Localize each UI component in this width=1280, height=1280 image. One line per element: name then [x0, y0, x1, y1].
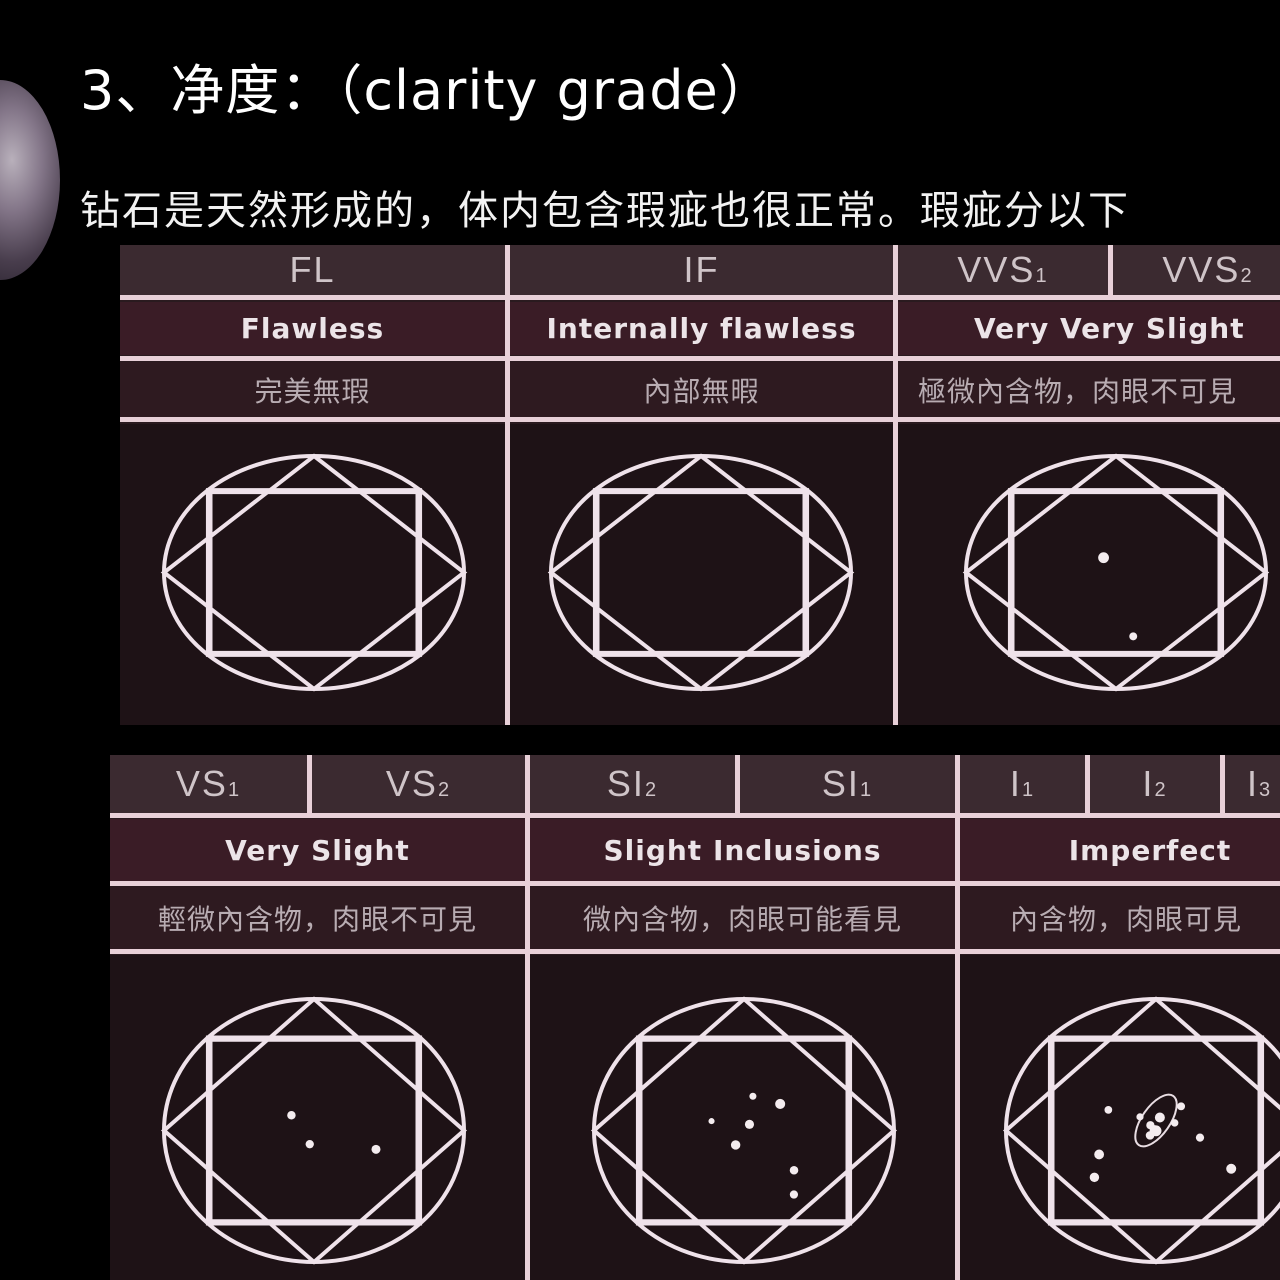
round-brilliant-diamond-diagram-icon: [160, 453, 468, 692]
inclusion-mark: [1150, 1125, 1162, 1137]
grade-desc-vs: 輕微內含物，肉眼不可見: [110, 887, 525, 949]
grade-desc-vvs: 極微內含物，肉眼不可見: [898, 362, 1280, 417]
inclusion-mark: [1098, 552, 1109, 564]
grade-desc-si: 微內含物，肉眼可能看見: [530, 887, 955, 949]
divider: [307, 755, 312, 813]
inclusion-mark: [1170, 1119, 1179, 1127]
grade-name-flawless: Flawless: [120, 302, 505, 355]
divider: [893, 245, 898, 725]
grade-code-si1: SI 1: [740, 755, 955, 813]
inclusion-mark: [775, 1098, 786, 1109]
grade-code-fl: FL: [120, 245, 505, 295]
inclusion-mark: [1089, 1172, 1100, 1183]
grade-code-vs2: VS 2: [312, 755, 525, 813]
grade-code-i1: I1: [960, 755, 1085, 813]
grade-code-i2: I2: [1090, 755, 1220, 813]
divider: [1108, 245, 1113, 295]
divider: [955, 755, 960, 1280]
slide-title: 3、净度：（clarity grade）: [80, 59, 774, 122]
inclusion-mark: [1177, 1102, 1186, 1111]
inclusion-mark: [1104, 1106, 1113, 1114]
inclusion-mark: [371, 1144, 381, 1154]
round-brilliant-diamond-diagram-icon: [547, 453, 855, 692]
diamond-photo-thumbnail: [0, 80, 60, 280]
bezel-facet-line: [208, 490, 420, 655]
divider: [120, 417, 1280, 422]
inclusion-mark: [749, 1092, 757, 1100]
divider: [1220, 755, 1225, 813]
inclusion-mark: [744, 1119, 755, 1129]
bezel-facet-line: [595, 490, 807, 655]
bezel-facet-line: [1010, 490, 1222, 655]
round-brilliant-diamond-diagram-icon: [962, 453, 1270, 692]
grade-desc-i: 內含物，肉眼可見: [960, 887, 1280, 949]
inclusion-mark: [789, 1190, 799, 1199]
grade-code-i3: I3: [1225, 755, 1280, 813]
clarity-chart-bottom: VS 1 VS 2 SI 2 SI 1 I1 I2 I3 Very Slight Sli…: [110, 755, 1280, 1280]
inclusion-mark: [1136, 1113, 1144, 1121]
divider: [120, 356, 1280, 361]
inclusion-mark: [1195, 1133, 1205, 1142]
divider: [1085, 755, 1090, 813]
divider: [525, 755, 530, 1280]
inclusion-mark: [708, 1118, 715, 1125]
slide-subtitle: 钻石是天然形成的，体内包含瑕疵也很正常。瑕疵分以下: [80, 188, 1130, 234]
inclusion-mark: [305, 1140, 314, 1149]
inclusion-mark: [1154, 1112, 1165, 1123]
inclusion-mark: [789, 1166, 799, 1175]
grade-code-if: IF: [510, 245, 893, 295]
grade-code-vvs1: VVS 1: [898, 245, 1108, 295]
bezel-facet-line: [208, 1037, 420, 1224]
grade-name-slight-inclusions: Slight Inclusions: [530, 819, 955, 881]
grade-name-internally-flawless: Internally flawless: [510, 302, 893, 355]
round-brilliant-diamond-diagram-icon: [160, 996, 468, 1265]
grade-desc-fl: 完美無瑕: [120, 362, 505, 417]
bezel-facet-line: [638, 1037, 850, 1224]
grade-desc-if: 內部無暇: [510, 362, 893, 417]
grade-name-imperfect: Imperfect: [960, 819, 1280, 881]
clarity-chart-top: FL IF VVS 1 VVS 2 Flawless Internally flaw…: [120, 245, 1280, 725]
inclusion-mark: [1226, 1163, 1237, 1174]
grade-name-very-slight: Very Slight: [110, 819, 525, 881]
inclusion-mark: [1129, 632, 1138, 641]
grade-code-vs1: VS 1: [110, 755, 307, 813]
inclusion-mark: [730, 1140, 741, 1150]
divider: [505, 245, 510, 725]
inclusion-mark: [287, 1111, 296, 1120]
divider: [110, 881, 1280, 886]
grade-code-si2: SI 2: [530, 755, 735, 813]
grade-code-vvs2: VVS 2: [1113, 245, 1280, 295]
divider: [110, 949, 1280, 954]
divider: [120, 295, 1280, 300]
divider: [110, 813, 1280, 818]
round-brilliant-diamond-diagram-icon: [1002, 996, 1280, 1265]
round-brilliant-diamond-diagram-icon: [590, 996, 898, 1265]
grade-name-very-very-slight: Very Very Slight: [898, 302, 1280, 355]
inclusion-mark: [1094, 1149, 1105, 1160]
divider: [735, 755, 740, 813]
